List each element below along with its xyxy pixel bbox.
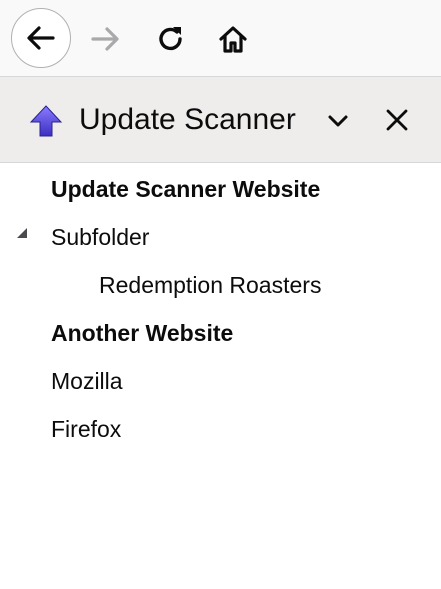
tree-item-redemption-roasters[interactable]: Redemption Roasters	[99, 261, 321, 309]
chevron-down-icon[interactable]	[327, 110, 349, 132]
reload-button[interactable]	[150, 18, 192, 60]
navigation-toolbar	[0, 0, 441, 77]
sidebar-title[interactable]: Update Scanner	[79, 100, 296, 140]
tree-item-subfolder[interactable]: Subfolder	[51, 213, 149, 261]
tree-item-another-website[interactable]: Another Website	[51, 309, 233, 357]
close-sidebar-button[interactable]	[382, 105, 412, 135]
sidebar-header: Update Scanner	[0, 77, 441, 163]
tree-item-mozilla[interactable]: Mozilla	[51, 357, 123, 405]
arrow-right-icon	[91, 27, 119, 51]
arrow-left-icon	[27, 26, 55, 50]
tree-item-firefox[interactable]: Firefox	[51, 405, 121, 453]
home-icon	[219, 26, 247, 53]
tree-item-update-scanner-website[interactable]: Update Scanner Website	[51, 165, 320, 213]
forward-button[interactable]	[84, 18, 126, 60]
home-button[interactable]	[212, 18, 254, 60]
close-icon	[386, 109, 408, 131]
twisty-expanded-icon[interactable]	[15, 226, 29, 240]
reload-icon	[159, 27, 182, 51]
back-button[interactable]	[11, 8, 71, 68]
update-scanner-arrow-icon	[29, 105, 63, 137]
